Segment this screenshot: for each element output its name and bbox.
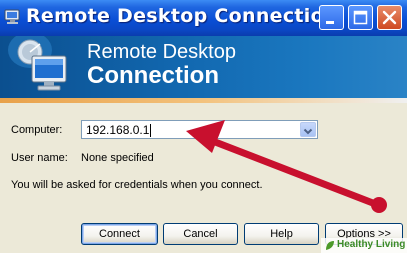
banner-title-line2: Connection <box>87 62 219 89</box>
header-banner: Remote Desktop Connection <box>0 36 407 98</box>
credentials-note: You will be asked for credentials when y… <box>11 179 263 191</box>
banner-title-line1: Remote Desktop <box>87 41 236 63</box>
username-label: User name: <box>11 152 68 164</box>
cancel-button[interactable]: Cancel <box>163 223 238 245</box>
remote-desktop-window: Remote Desktop Connection Remote Desktop… <box>0 0 407 253</box>
leaf-icon <box>326 241 334 250</box>
window-title: Remote Desktop Connection <box>26 5 338 27</box>
help-button[interactable]: Help <box>244 223 319 245</box>
watermark-text: Healthy Living <box>337 239 406 250</box>
close-icon <box>382 10 397 25</box>
minimize-button[interactable] <box>319 5 344 30</box>
computer-combobox[interactable]: 192.168.0.1 <box>81 120 318 139</box>
monitor-satellite-icon <box>8 36 67 91</box>
username-value: None specified <box>81 152 154 164</box>
dialog-body: Computer: 192.168.0.1 User name: None sp… <box>0 103 407 253</box>
maximize-button[interactable] <box>348 5 373 30</box>
close-button[interactable] <box>377 5 402 30</box>
minimize-icon <box>326 21 334 24</box>
remote-desktop-icon <box>4 9 20 24</box>
title-bar[interactable]: Remote Desktop Connection <box>0 0 407 36</box>
watermark: Healthy Living <box>321 238 407 253</box>
computer-label: Computer: <box>11 124 63 136</box>
maximize-icon <box>353 10 368 25</box>
computer-input[interactable]: 192.168.0.1 <box>86 123 149 137</box>
connect-button[interactable]: Connect <box>81 223 158 245</box>
dropdown-arrow-icon <box>303 128 313 135</box>
computer-dropdown-button[interactable] <box>300 122 316 137</box>
text-caret <box>150 124 151 137</box>
